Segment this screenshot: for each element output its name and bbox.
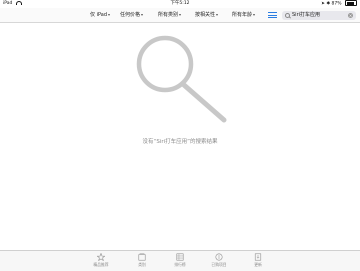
- top-charts-icon: [176, 253, 184, 261]
- bluetooth-icon: ✱: [326, 1, 331, 7]
- filter-label: 所有类别: [158, 12, 179, 18]
- tab-label: 更新: [254, 262, 262, 267]
- filter-label: 按相关性: [195, 12, 216, 18]
- tab-label: 精品推荐: [93, 262, 109, 267]
- list-view-icon[interactable]: [268, 12, 277, 18]
- chevron-down-icon: [179, 13, 182, 16]
- chevron-down-icon: [253, 13, 256, 16]
- chevron-down-icon: [108, 13, 111, 16]
- battery-percent: 87%: [331, 1, 342, 7]
- search-icon: [285, 13, 290, 18]
- filter-price[interactable]: 任何价格: [120, 8, 144, 22]
- tab-purchased[interactable]: 已购项目: [206, 253, 232, 268]
- battery-icon: [345, 0, 357, 6]
- tab-featured[interactable]: 精品推荐: [88, 253, 114, 268]
- clock: 下午5:12: [170, 1, 190, 6]
- tab-updates[interactable]: 更新: [245, 253, 271, 268]
- tab-label: 类别: [138, 262, 146, 267]
- tab-label: 已购项目: [211, 262, 227, 267]
- tab-label: 排行榜: [174, 262, 186, 267]
- chevron-down-icon: [216, 13, 219, 16]
- filter-label: 仅 iPad: [90, 12, 108, 18]
- magnifier-icon: [136, 35, 227, 123]
- location-icon: ➤: [321, 1, 325, 7]
- filter-device[interactable]: 仅 iPad: [90, 8, 111, 22]
- status-bar: iPad 下午5:12 ➤ ✱ 87%: [0, 0, 360, 8]
- clear-search-icon[interactable]: ×: [348, 13, 353, 18]
- search-field[interactable]: ×: [282, 11, 356, 20]
- filter-bar: 仅 iPad 任何价格 所有类别 按相关性 所有年龄 ×: [0, 8, 360, 23]
- tab-top-charts[interactable]: 排行榜: [167, 253, 193, 268]
- purchased-icon: [215, 253, 223, 261]
- tab-categories[interactable]: 类别: [129, 253, 155, 268]
- updates-icon: [254, 253, 262, 261]
- search-input[interactable]: [292, 11, 344, 20]
- empty-results-message: 没有“Siri打车应用”的搜索结果: [142, 139, 218, 145]
- categories-icon: [138, 253, 146, 261]
- star-icon: [97, 253, 105, 261]
- tab-bar: 精品推荐 类别 排行榜 已购项目 更新: [0, 250, 360, 271]
- filter-sort[interactable]: 按相关性: [195, 8, 219, 22]
- filter-age[interactable]: 所有年龄: [232, 8, 256, 22]
- chevron-down-icon: [141, 13, 144, 16]
- filter-label: 任何价格: [120, 12, 141, 18]
- filter-label: 所有年龄: [232, 12, 253, 18]
- filter-category[interactable]: 所有类别: [158, 8, 182, 22]
